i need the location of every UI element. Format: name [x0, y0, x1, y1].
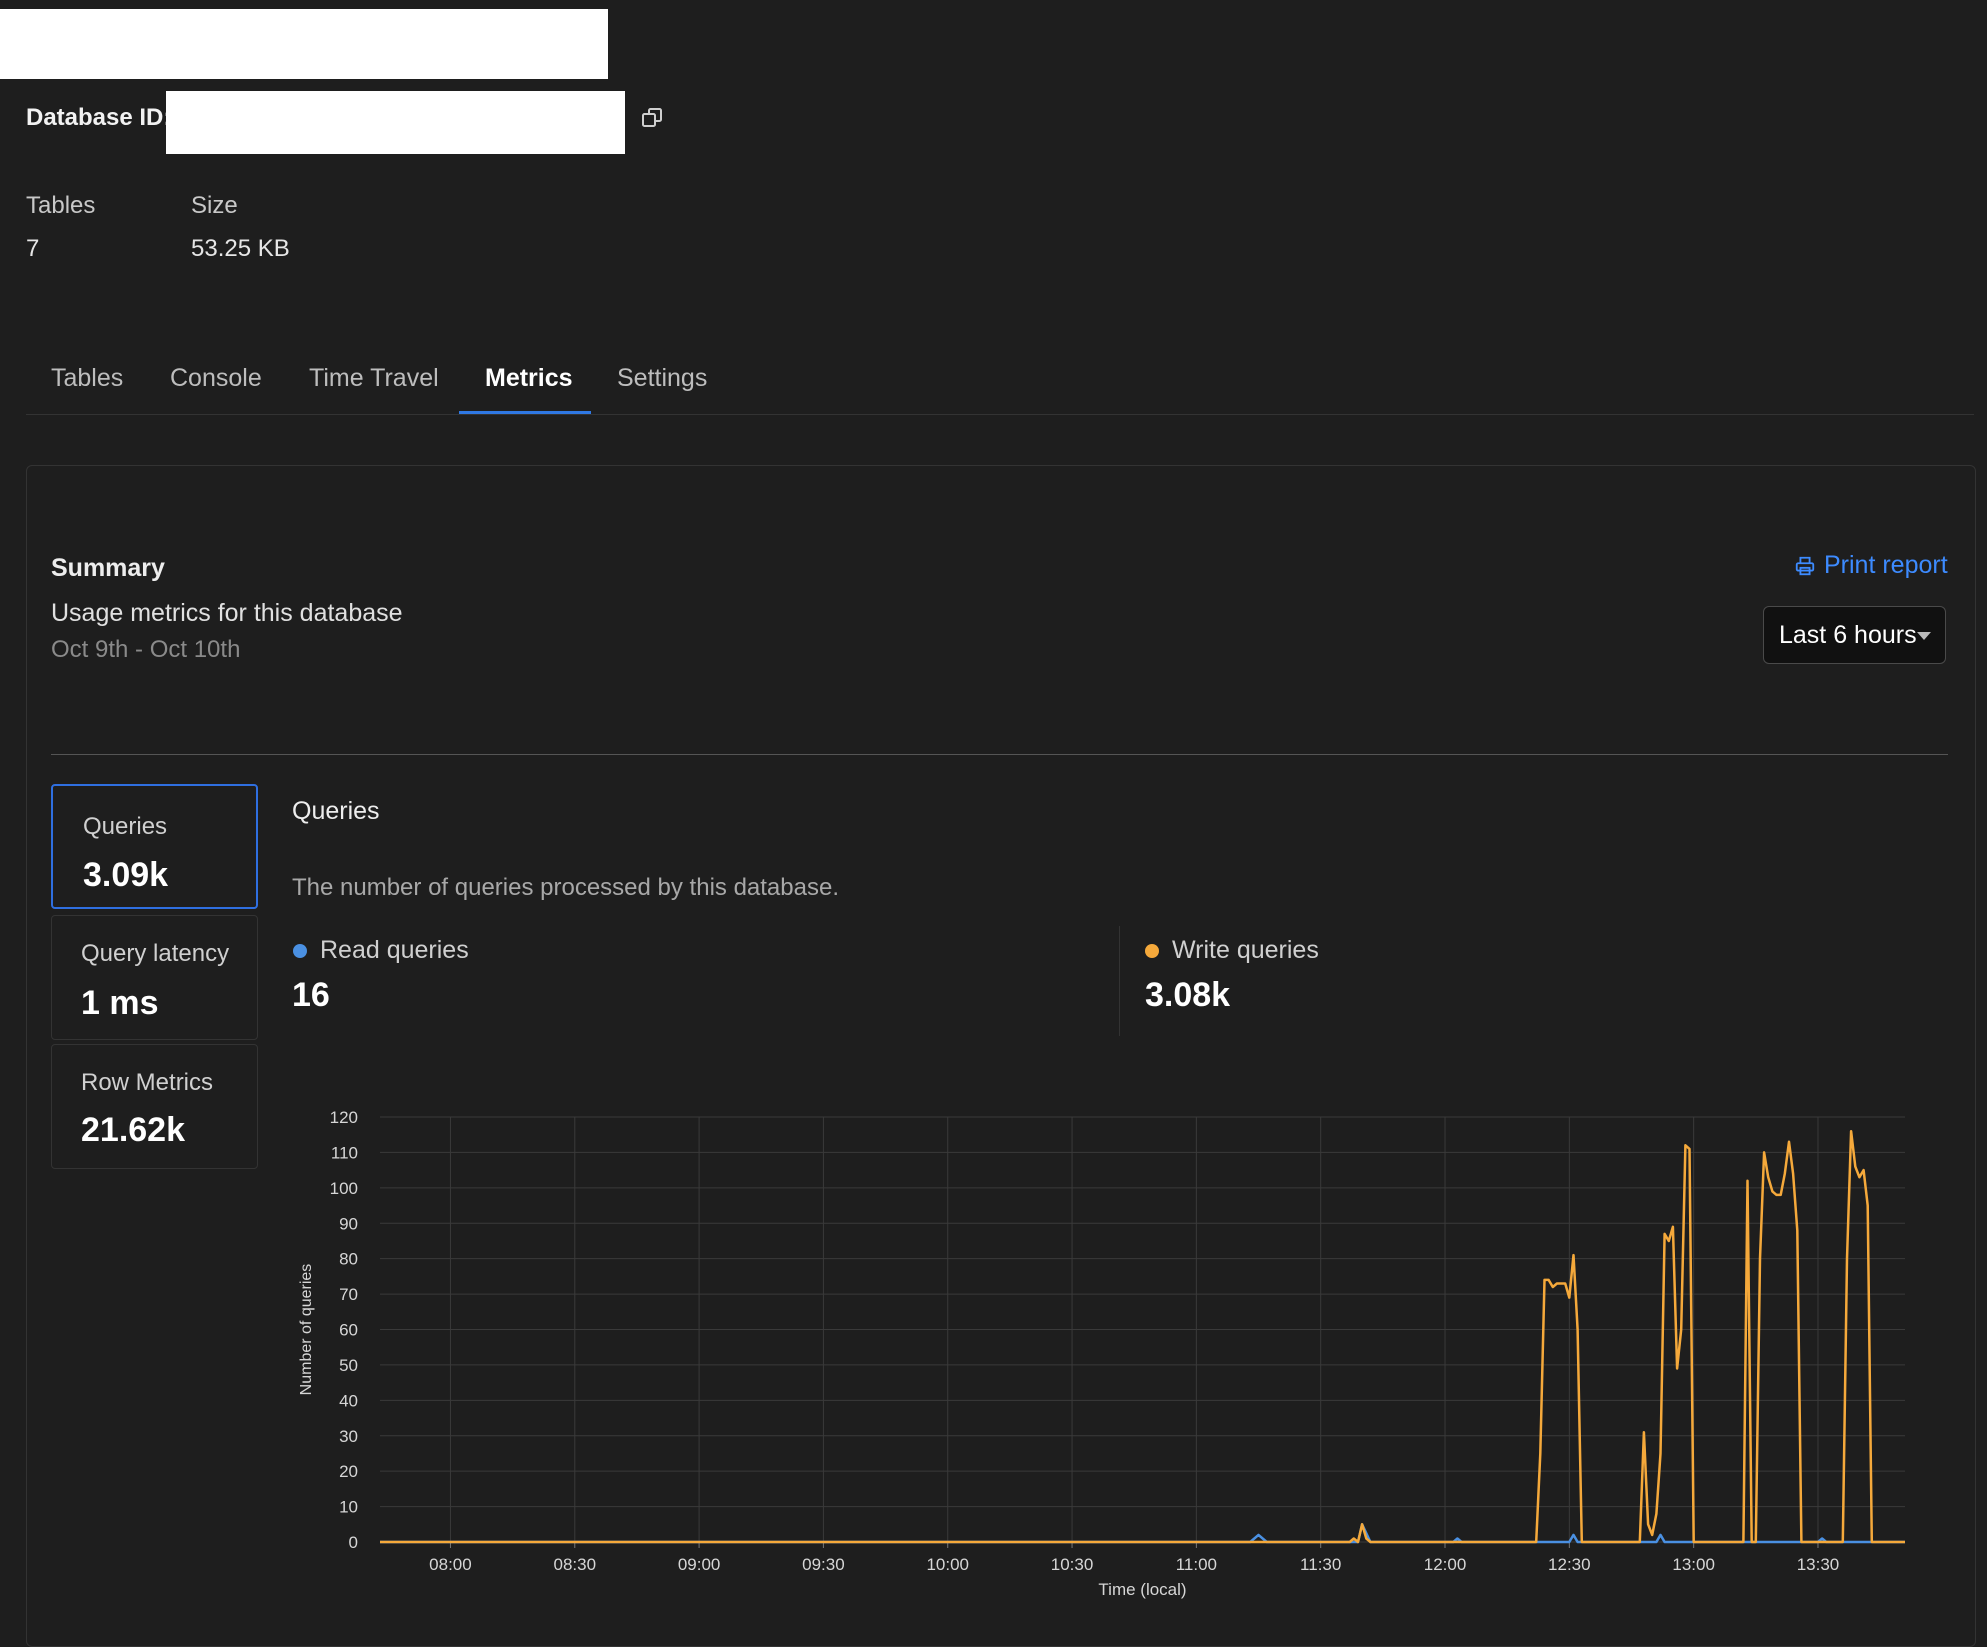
y-tick-label: 50: [339, 1356, 358, 1375]
write-queries-dot: [1145, 943, 1159, 958]
database-id-label: Database ID:: [26, 104, 172, 131]
y-tick-label: 110: [331, 1143, 358, 1162]
y-tick-label: 60: [339, 1321, 358, 1340]
y-tick-label: 80: [339, 1250, 358, 1269]
summary-title: Summary: [51, 554, 165, 582]
x-tick-label: 13:00: [1672, 1555, 1715, 1574]
print-report-label: Print report: [1824, 551, 1948, 579]
metric-card-value: 21.62k: [81, 1111, 185, 1149]
x-tick-label: 09:00: [678, 1555, 721, 1574]
legend-separator: [1119, 926, 1120, 1036]
time-range-select[interactable]: Last 6 hours: [1763, 606, 1946, 664]
metric-card-row-metrics[interactable]: Row Metrics 21.62k: [51, 1044, 258, 1169]
summary-date-range: Oct 9th - Oct 10th: [51, 636, 241, 663]
metric-card-value: 3.09k: [83, 856, 169, 894]
y-tick-label: 40: [339, 1391, 358, 1410]
x-tick-label: 11:00: [1176, 1555, 1217, 1574]
metric-card-label: Query latency: [81, 940, 230, 967]
y-tick-label: 30: [339, 1427, 358, 1446]
x-tick-label: 08:30: [553, 1555, 596, 1574]
y-tick-label: 20: [339, 1462, 358, 1481]
y-tick-label: 0: [349, 1533, 358, 1552]
tables-stat-value: 7: [26, 235, 40, 262]
read-queries-label: Read queries: [320, 936, 469, 964]
redacted-database-id: [166, 91, 625, 154]
metric-card-query-latency[interactable]: Query latency 1 ms: [51, 915, 258, 1040]
metric-card-label: Queries: [83, 813, 168, 840]
y-tick-label: 70: [339, 1285, 358, 1304]
y-tick-label: 90: [339, 1214, 358, 1233]
y-axis-label: Number of queries: [298, 1264, 315, 1396]
y-tick-label: 120: [330, 1108, 358, 1127]
print-report-button[interactable]: Print report: [1794, 551, 1948, 580]
tab-tables[interactable]: Tables: [51, 364, 123, 393]
metric-card-label: Row Metrics: [81, 1069, 214, 1096]
tab-time-travel[interactable]: Time Travel: [309, 364, 439, 393]
metric-card-value: 1 ms: [81, 984, 159, 1022]
write-queries-label: Write queries: [1172, 936, 1319, 964]
write-queries-legend: Write queries: [1145, 936, 1319, 965]
active-tab-indicator: [459, 411, 591, 414]
redacted-database-name: [0, 9, 608, 79]
metric-card-queries[interactable]: Queries 3.09k: [51, 784, 258, 909]
x-tick-label: 10:00: [926, 1555, 969, 1574]
x-tick-label: 12:30: [1548, 1555, 1591, 1574]
x-tick-label: 11:30: [1300, 1555, 1341, 1574]
write-queries-series-line: [380, 1129, 1905, 1544]
x-tick-label: 13:30: [1797, 1555, 1840, 1574]
queries-chart: 0 10 20 30 40 50 60 70 80 90 100 110 120 08:00 08:30 09…: [298, 1108, 1905, 1599]
x-tick-label: 09:30: [802, 1555, 845, 1574]
queries-description: The number of queries processed by this …: [292, 874, 839, 901]
x-tick-label: 08:00: [429, 1555, 472, 1574]
read-queries-legend: Read queries: [293, 936, 469, 965]
chevron-down-icon: [1917, 632, 1931, 640]
printer-icon: [1795, 556, 1815, 575]
write-queries-value: 3.08k: [1145, 976, 1231, 1014]
size-stat-label: Size: [191, 192, 238, 219]
tab-bar: Tables Console Time Travel Metrics Setti…: [26, 354, 1974, 415]
summary-divider: [51, 754, 1948, 755]
copy-icon[interactable]: [640, 106, 664, 130]
x-tick-label: 12:00: [1424, 1555, 1467, 1574]
queries-title: Queries: [292, 797, 380, 825]
tab-console[interactable]: Console: [170, 364, 262, 393]
size-stat-value: 53.25 KB: [191, 235, 290, 262]
y-tick-label: 10: [339, 1498, 358, 1517]
summary-subtitle: Usage metrics for this database: [51, 599, 403, 627]
tab-metrics[interactable]: Metrics: [485, 364, 573, 393]
x-tick-label: 10:30: [1051, 1555, 1094, 1574]
y-tick-label: 100: [330, 1179, 358, 1198]
read-queries-dot: [293, 943, 307, 958]
read-queries-series-line: [380, 1523, 1905, 1544]
tab-settings[interactable]: Settings: [617, 364, 707, 393]
time-range-value: Last 6 hours: [1779, 620, 1917, 649]
tables-stat-label: Tables: [26, 192, 96, 219]
read-queries-value: 16: [292, 976, 330, 1014]
x-axis-label: Time (local): [1098, 1580, 1186, 1599]
